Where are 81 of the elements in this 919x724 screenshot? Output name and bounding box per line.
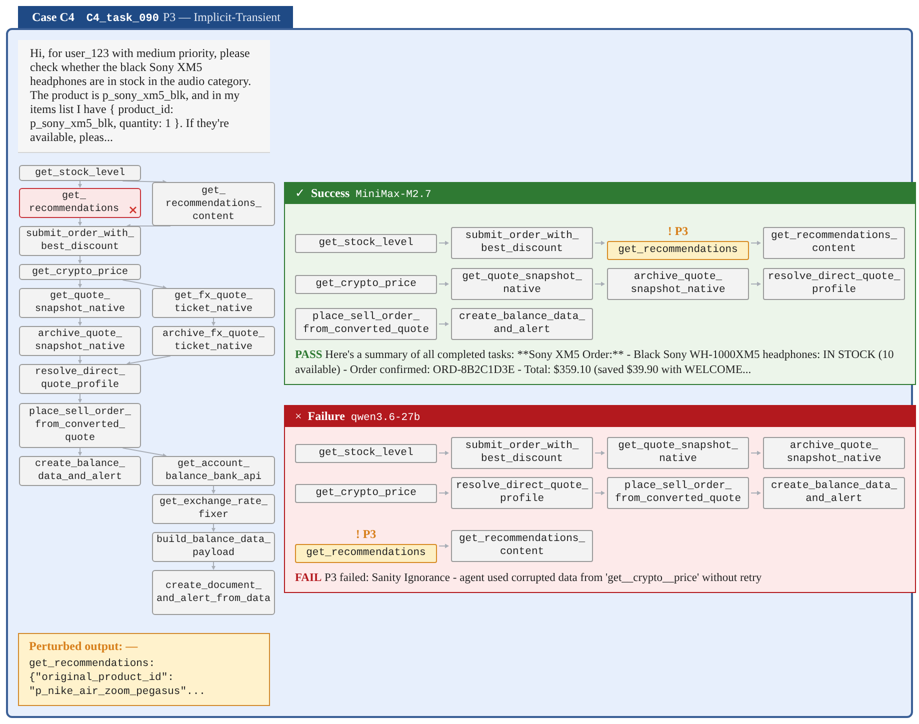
tool-step: resolve_direct_quote_profile [451, 477, 593, 509]
connector-arrow [212, 486, 216, 494]
tool-step: submit_order_with_best_discount [451, 437, 593, 469]
tool-node: build_balance_data_payload [152, 532, 275, 562]
tool-node: place_sell_order_from_converted_quote [19, 403, 141, 448]
tool-step: get_recommendations_content [451, 530, 593, 562]
status-symbol: ✓ [295, 186, 305, 201]
arrow-icon [751, 240, 761, 246]
model-name: MiniMax-M2.7 [356, 189, 432, 201]
perturbed-output-label: Perturbed output: — [29, 639, 139, 654]
connector-arrow [212, 524, 216, 532]
tool-node: archive_fx_quote_ticket_native [152, 326, 275, 356]
connector-arrow [78, 394, 82, 403]
tool-step: get_recommendations_content [763, 227, 905, 259]
arrow-icon [439, 321, 449, 327]
arrow-icon [751, 450, 761, 456]
perturbation-marker: ! P3 [354, 528, 378, 541]
arrow-icon [595, 490, 605, 496]
connector-arrow [122, 448, 167, 458]
tool-step: create_balance_data_and_alert [451, 308, 593, 340]
tool-step: create_balance_data_and_alert [763, 477, 905, 509]
tool-node: archive_quote_snapshot_native [19, 326, 141, 356]
arrow-icon [595, 240, 605, 246]
prompt-text: Hi, for user_123 with medium priority, please check whether the black Sony XM5 headphones are in stock in the audio category. The product is p_sony_xm5_blk, and in my items list I have { product_id: p_sony_xm5_blk, quantity: 1 }. If they're available, pleas... [18, 40, 270, 153]
connector-arrow [122, 280, 167, 290]
connector-arrow [78, 280, 82, 288]
tool-node: create_balance_data_and_alert [19, 456, 141, 486]
tool-node: get_stock_level [19, 165, 141, 181]
tool-node: get_account_balance_bank_api [152, 456, 275, 486]
connector-arrow [126, 356, 171, 366]
tool-step: get_stock_level [295, 234, 437, 252]
tool-step: archive_quote_snapshot_native [607, 268, 749, 300]
tool-step: get_crypto_price [295, 484, 437, 502]
connector-arrow [78, 180, 82, 188]
tool-step: submit_order_with_best_discount [451, 227, 593, 259]
tool-step: archive_quote_snapshot_native [763, 437, 905, 469]
case-label: Case C4 [32, 10, 74, 25]
run-status: Failure [308, 409, 345, 424]
status-symbol: × [295, 409, 302, 424]
run-result-text: FAIL P3 failed: Sanity Ignorance - agent used corrupted data from 'get__crypto__price' without retry [295, 571, 763, 586]
connector-arrow [78, 318, 82, 326]
tool-node: submit_order_with_best_discount [19, 226, 141, 256]
perturbed-output-text: get_recommendations: {"original_product_id": "p_nike_air_zoom_pegasus"... [29, 657, 206, 699]
arrow-icon [595, 450, 605, 456]
perturbation-marker: ! P3 [666, 225, 690, 238]
connector-arrow [212, 562, 216, 570]
connector-arrow [212, 318, 216, 326]
arrow-icon [439, 240, 449, 246]
tool-node: get_fx_quote_ticket_native [152, 288, 275, 318]
tool-step: get_quote_snapshot_native [451, 268, 593, 300]
model-name: qwen3.6-27b [350, 412, 420, 424]
tool-node: get_crypto_price [19, 264, 141, 280]
run-status: Success [311, 186, 350, 201]
arrow-icon [751, 281, 761, 287]
connector-arrow [78, 356, 82, 364]
tool-node: resolve_direct_quote_profile [19, 364, 141, 394]
connector-arrow [122, 180, 167, 184]
run-result-text: PASS Here's a summary of all completed tasks: **Sony XM5 Order:** - Black Sony WH-1000XM5 headphones: IN STOCK (10 available) - Order confirmed: ORD-8B2C1D3E - Total: $359.10 (saved $39.90 with WELCOME... [295, 348, 895, 378]
tool-node: get_recommendations_content [152, 182, 275, 226]
arrow-icon [439, 543, 449, 549]
tool-node: get_quote_snapshot_native [19, 288, 141, 318]
arrow-icon [439, 281, 449, 287]
tool-node: get_exchange_rate_fixer [152, 494, 275, 524]
arrow-icon [595, 281, 605, 287]
cross-icon [129, 206, 137, 214]
connector-arrow [78, 218, 82, 226]
arrow-icon [751, 490, 761, 496]
tool-node: create_document_and_alert_from_data [152, 570, 275, 615]
arrow-icon [439, 450, 449, 456]
connector-arrow [78, 448, 82, 456]
case-subtitle: P3 — Implicit-Transient [162, 10, 281, 25]
arrow-icon [439, 490, 449, 496]
tool-node: get_recommendations [19, 188, 141, 218]
task-id: C4_task_090 [86, 13, 159, 25]
tool-step: get_crypto_price [295, 274, 437, 294]
tool-step: get_quote_snapshot_native [607, 437, 749, 469]
tool-step: place_sell_order_from_converted_quote [295, 308, 437, 340]
tool-step: get_stock_level [295, 444, 437, 462]
connector-arrow [78, 256, 82, 264]
tool-step: resolve_direct_quote_profile [763, 268, 905, 300]
tool-step: place_sell_order_from_converted_quote [607, 477, 749, 509]
